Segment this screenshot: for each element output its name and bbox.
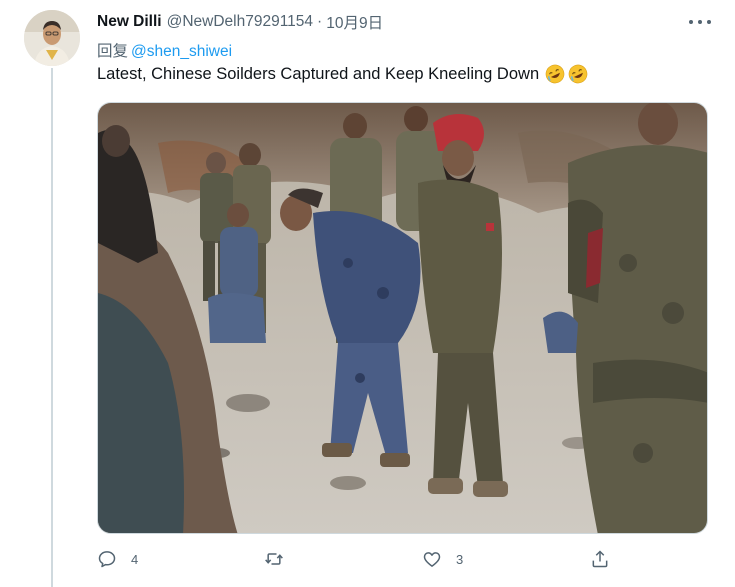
share-icon bbox=[592, 550, 608, 568]
rofl-emoji-icon bbox=[568, 64, 588, 84]
like-icon bbox=[423, 552, 441, 567]
rofl-emoji-icon bbox=[545, 64, 565, 84]
like-count: 3 bbox=[456, 551, 464, 567]
tweet-actions-bar: 4 3 bbox=[97, 549, 617, 575]
retweet-button[interactable] bbox=[264, 549, 298, 569]
reply-count: 4 bbox=[131, 551, 139, 567]
reply-to-handle-link[interactable]: @shen_shiwei bbox=[131, 43, 232, 60]
tweet-body: Latest, Chinese Soilders Captured and Ke… bbox=[97, 64, 540, 83]
reply-icon bbox=[98, 551, 116, 568]
more-icon-dot bbox=[707, 20, 711, 24]
avatar[interactable] bbox=[24, 10, 80, 66]
reply-button[interactable]: 4 bbox=[97, 549, 138, 569]
thread-connector-line bbox=[51, 68, 53, 587]
tweet-text: Latest, Chinese Soilders Captured and Ke… bbox=[97, 64, 588, 84]
display-name[interactable]: New Dilli bbox=[97, 13, 162, 31]
more-icon-dot bbox=[698, 20, 702, 24]
user-handle[interactable]: @NewDelh79291154 bbox=[167, 13, 313, 31]
tweet-photo[interactable] bbox=[97, 102, 708, 534]
like-button[interactable]: 3 bbox=[422, 549, 463, 569]
retweet-icon bbox=[265, 553, 283, 565]
tweet-date[interactable]: 10月9日 bbox=[326, 11, 383, 33]
avatar-image bbox=[24, 10, 80, 66]
replying-to: 回复 @shen_shiwei bbox=[97, 39, 232, 61]
more-icon-dot bbox=[689, 20, 693, 24]
share-button[interactable] bbox=[590, 549, 610, 569]
photo-soldiers-scene bbox=[98, 103, 707, 533]
more-button[interactable] bbox=[689, 16, 711, 28]
tweet-header: New Dilli @NewDelh79291154 · 10月9日 bbox=[97, 12, 695, 32]
reply-prefix-label: 回复 bbox=[97, 43, 129, 60]
separator-dot: · bbox=[317, 13, 323, 30]
